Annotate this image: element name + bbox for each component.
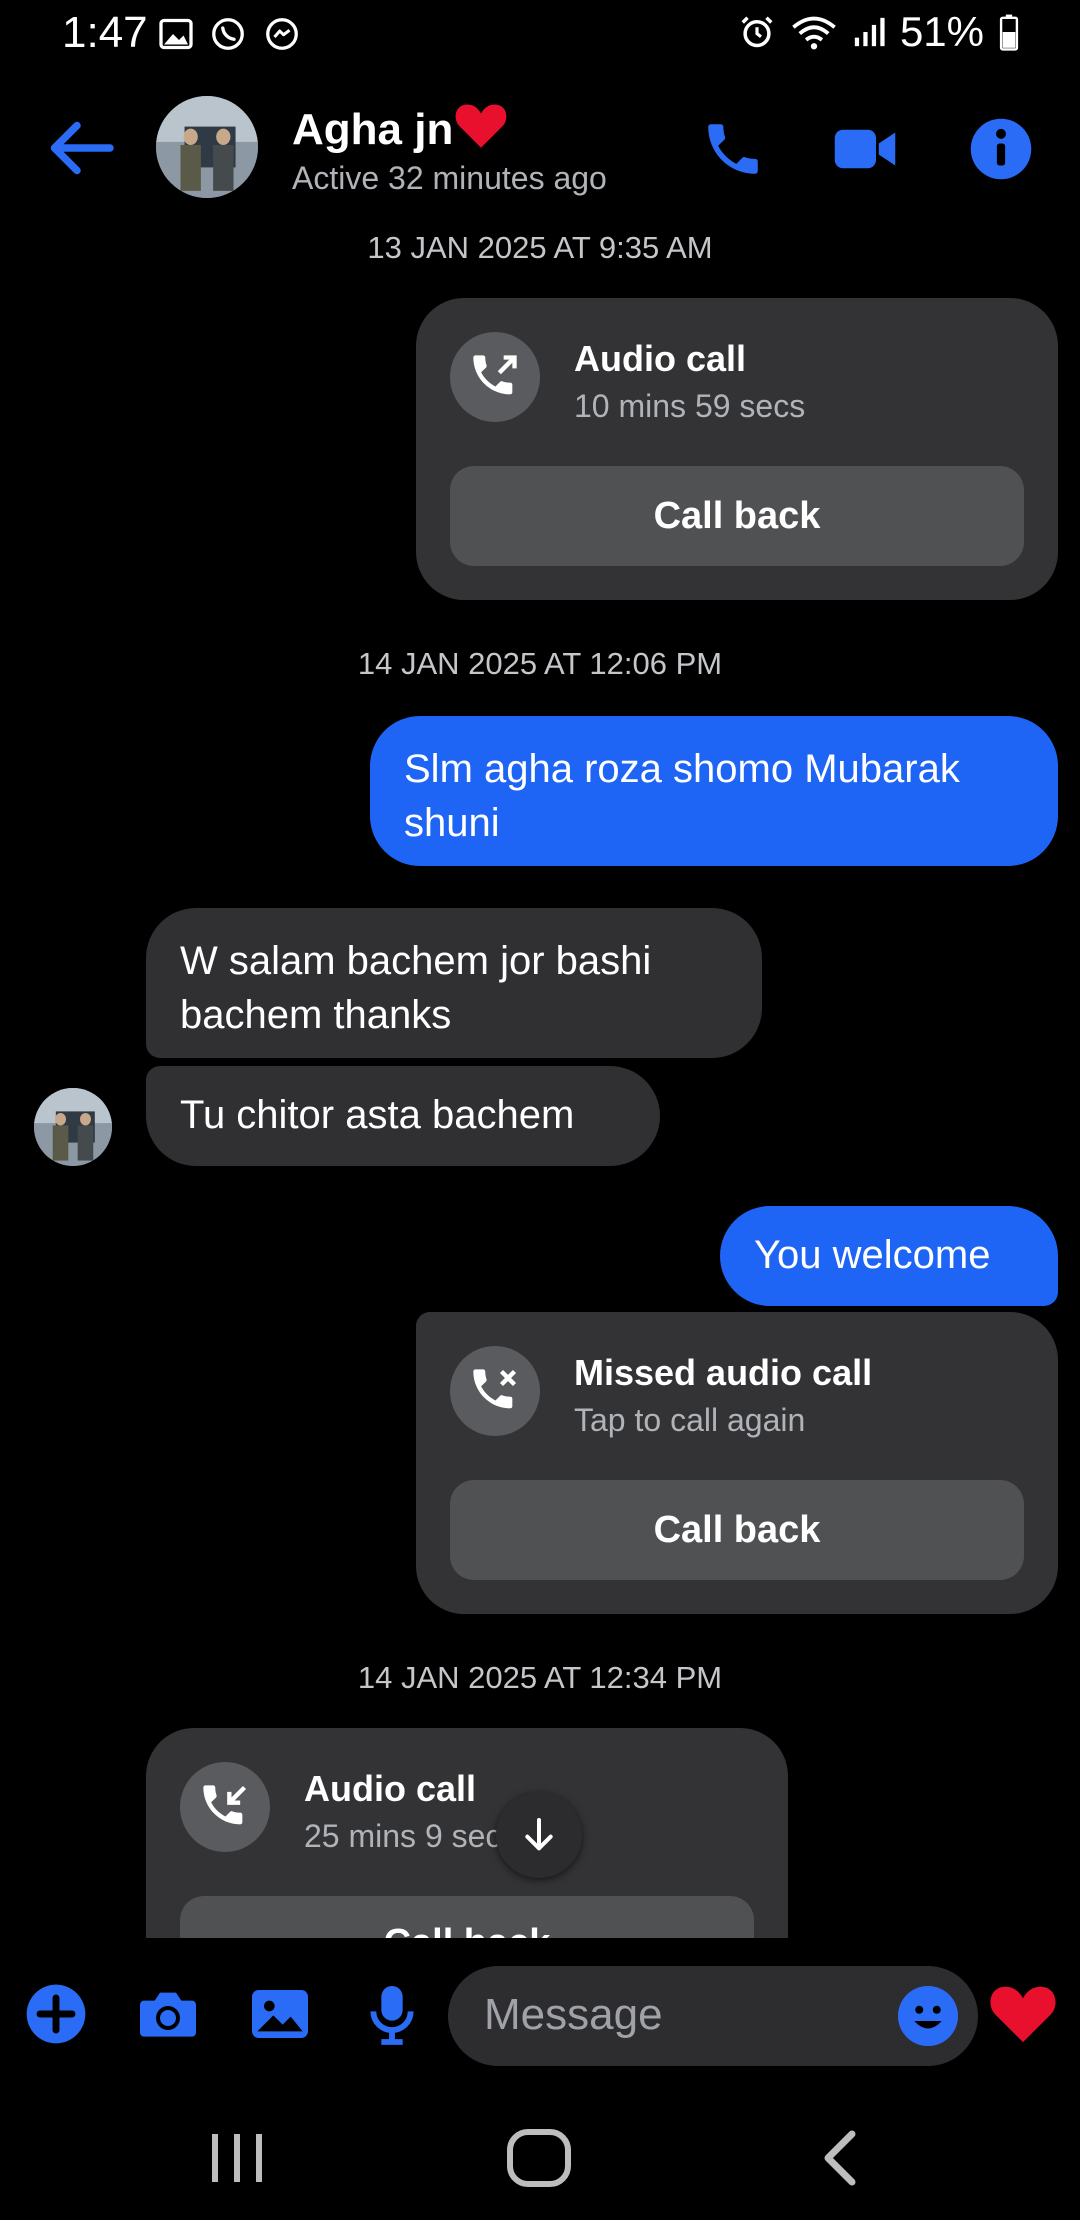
heart-like-icon[interactable] bbox=[988, 1978, 1058, 2048]
home-icon[interactable] bbox=[504, 2128, 574, 2188]
call-icon-circle bbox=[450, 1346, 540, 1436]
outgoing-call-icon bbox=[473, 355, 517, 395]
contact-avatar-small[interactable] bbox=[34, 1088, 112, 1166]
battery-icon bbox=[999, 14, 1019, 51]
signal-icon bbox=[854, 17, 885, 47]
call-title: Audio call bbox=[304, 1768, 477, 1809]
gallery-notification-icon bbox=[159, 18, 193, 50]
microphone-icon[interactable] bbox=[360, 1982, 424, 2046]
back-arrow-icon[interactable] bbox=[44, 118, 116, 178]
timestamp: 14 JAN 2025 AT 12:06 PM bbox=[357, 646, 723, 681]
camera-icon[interactable] bbox=[136, 1982, 200, 2046]
battery-percent: 51% bbox=[899, 8, 984, 55]
wifi-icon bbox=[792, 16, 836, 50]
call-icon-circle bbox=[450, 332, 540, 422]
whatsapp-notification-icon bbox=[212, 18, 244, 50]
status-right: 51% bbox=[738, 8, 1020, 56]
missed-call-icon bbox=[473, 1369, 517, 1409]
timestamp: 13 JAN 2025 AT 9:35 AM bbox=[367, 230, 713, 265]
back-nav-icon[interactable] bbox=[808, 2128, 878, 2188]
call-card-missed: Missed audio call Tap to call again Call… bbox=[416, 1312, 1058, 1614]
call-back-button[interactable]: Call back bbox=[450, 1480, 1024, 1580]
video-call-icon[interactable] bbox=[832, 116, 898, 182]
scroll-to-bottom-button[interactable] bbox=[496, 1792, 582, 1878]
call-card-audio: Audio call 25 mins 9 secs Call back bbox=[146, 1728, 788, 1938]
call-subtitle: Tap to call again bbox=[574, 1402, 806, 1438]
message-input-placeholder: Message bbox=[484, 1990, 663, 2039]
message-bubble-incoming[interactable]: Tu chitor asta bachem bbox=[146, 1066, 660, 1166]
message-bubble-outgoing[interactable]: Slm agha roza shomo Mubarak shuni bbox=[370, 716, 1058, 866]
contact-name-row[interactable]: Agha jn bbox=[292, 100, 509, 155]
call-icon-circle bbox=[180, 1762, 270, 1852]
plus-icon[interactable] bbox=[24, 1982, 88, 2046]
call-duration: 10 mins 59 secs bbox=[574, 388, 806, 424]
call-title: Audio call bbox=[574, 338, 747, 379]
alarm-icon bbox=[741, 16, 773, 48]
avatar-photo bbox=[156, 96, 258, 198]
message-bubble-outgoing[interactable]: You welcome bbox=[720, 1206, 1058, 1306]
emoji-icon[interactable] bbox=[898, 1986, 958, 2046]
call-back-button[interactable]: Call back bbox=[450, 466, 1024, 566]
call-title: Missed audio call bbox=[574, 1352, 873, 1393]
messenger-notification-icon bbox=[266, 18, 298, 50]
phone-icon[interactable] bbox=[700, 116, 766, 182]
recent-apps-icon[interactable] bbox=[202, 2128, 272, 2188]
contact-name: Agha jn bbox=[292, 105, 454, 154]
avatar-photo bbox=[34, 1088, 112, 1166]
call-duration: 25 mins 9 secs bbox=[304, 1818, 518, 1854]
contact-active-status: Active 32 minutes ago bbox=[292, 160, 607, 196]
heart-emoji-icon bbox=[455, 104, 507, 148]
incoming-call-icon bbox=[203, 1785, 247, 1825]
arrow-down-icon bbox=[525, 1818, 553, 1851]
status-time: 1:47 bbox=[62, 8, 148, 57]
gallery-icon[interactable] bbox=[248, 1982, 312, 2046]
message-bubble-incoming[interactable]: W salam bachem jor bashi bachem thanks bbox=[146, 908, 762, 1058]
contact-avatar[interactable] bbox=[156, 96, 258, 198]
call-card-audio: Audio call 10 mins 59 secs Call back bbox=[416, 298, 1058, 600]
info-icon[interactable] bbox=[968, 116, 1034, 182]
call-back-button[interactable]: Call back bbox=[180, 1896, 754, 1938]
timestamp: 14 JAN 2025 AT 12:34 PM bbox=[357, 1660, 723, 1695]
